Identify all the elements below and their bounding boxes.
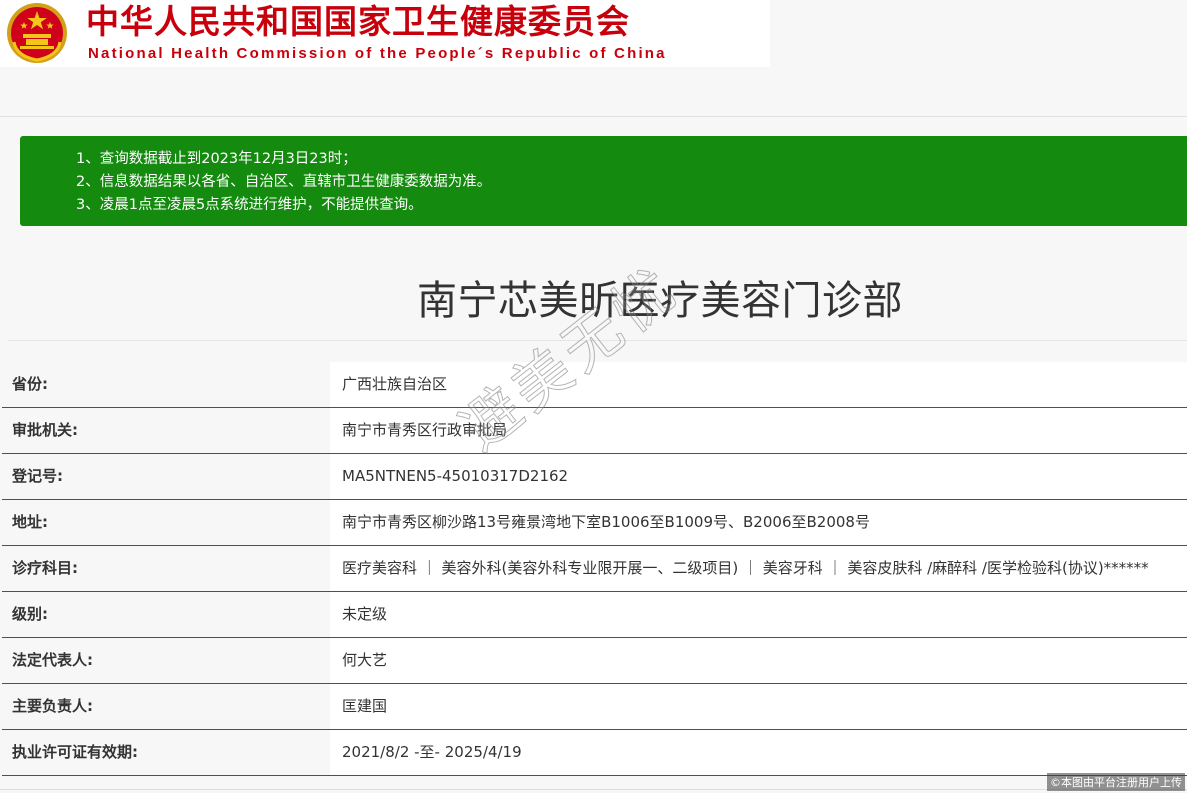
ministry-title-en: National Health Commission of the People… bbox=[88, 45, 667, 62]
header-divider bbox=[0, 116, 1187, 117]
row-label-principal: 主要负责人: bbox=[2, 684, 330, 729]
row-label-approval-authority: 审批机关: bbox=[2, 408, 330, 453]
table-row: 执业许可证有效期: 2021/8/2 -至- 2025/4/19 bbox=[2, 730, 1187, 776]
table-row: 主要负责人: 匡建国 bbox=[2, 684, 1187, 730]
footer-divider bbox=[0, 789, 1187, 790]
row-label-registration-number: 登记号: bbox=[2, 454, 330, 499]
notice-line-3: 3、凌晨1点至凌晨5点系统进行维护，不能提供查询。 bbox=[76, 197, 423, 213]
row-value-license-validity: 2021/8/2 -至- 2025/4/19 bbox=[330, 730, 1187, 775]
notice-box: 1、查询数据截止到2023年12月3日23时； 2、信息数据结果以各省、自治区、… bbox=[20, 136, 1187, 226]
row-label-departments: 诊疗科目: bbox=[2, 546, 330, 591]
title-divider bbox=[8, 340, 1187, 341]
ministry-title-cn: 中华人民共和国国家卫生健康委员会 bbox=[86, 2, 630, 41]
row-value-principal: 匡建国 bbox=[330, 684, 1187, 729]
row-value-address: 南宁市青秀区柳沙路13号雍景湾地下室B1006至B1009号、B2006至B20… bbox=[330, 500, 1187, 545]
row-label-address: 地址: bbox=[2, 500, 330, 545]
table-row: 审批机关: 南宁市青秀区行政审批局 bbox=[2, 408, 1187, 454]
institution-title: 南宁芯美昕医疗美容门诊部 bbox=[417, 278, 903, 324]
table-row: 级别: 未定级 bbox=[2, 592, 1187, 638]
row-value-approval-authority: 南宁市青秀区行政审批局 bbox=[330, 408, 1187, 453]
table-row: 法定代表人: 何大艺 bbox=[2, 638, 1187, 684]
row-value-level: 未定级 bbox=[330, 592, 1187, 637]
table-row: 登记号: MA5NTNEN5-45010317D2162 bbox=[2, 454, 1187, 500]
row-value-legal-representative: 何大艺 bbox=[330, 638, 1187, 683]
notice-line-1: 1、查询数据截止到2023年12月3日23时； bbox=[76, 151, 357, 167]
row-value-province: 广西壮族自治区 bbox=[330, 362, 1187, 407]
national-emblem-icon bbox=[7, 3, 67, 63]
row-label-license-validity: 执业许可证有效期: bbox=[2, 730, 330, 775]
site-header: 中华人民共和国国家卫生健康委员会 National Health Commiss… bbox=[0, 0, 770, 67]
row-value-registration-number: MA5NTNEN5-45010317D2162 bbox=[330, 454, 1187, 499]
row-value-departments: 医疗美容科 ｜ 美容外科(美容外科专业限开展一、二级项目) ｜ 美容牙科 ｜ 美… bbox=[330, 546, 1187, 591]
table-row: 诊疗科目: 医疗美容科 ｜ 美容外科(美容外科专业限开展一、二级项目) ｜ 美容… bbox=[2, 546, 1187, 592]
row-label-province: 省份: bbox=[2, 362, 330, 407]
institution-info-table: 省份: 广西壮族自治区 审批机关: 南宁市青秀区行政审批局 登记号: MA5NT… bbox=[2, 362, 1187, 776]
table-row: 省份: 广西壮族自治区 bbox=[2, 362, 1187, 408]
row-label-level: 级别: bbox=[2, 592, 330, 637]
notice-line-2: 2、信息数据结果以各省、自治区、直辖市卫生健康委数据为准。 bbox=[76, 174, 492, 190]
row-label-legal-representative: 法定代表人: bbox=[2, 638, 330, 683]
upload-credit: ©本图由平台注册用户上传 bbox=[1047, 773, 1185, 791]
table-row: 地址: 南宁市青秀区柳沙路13号雍景湾地下室B1006至B1009号、B2006… bbox=[2, 500, 1187, 546]
